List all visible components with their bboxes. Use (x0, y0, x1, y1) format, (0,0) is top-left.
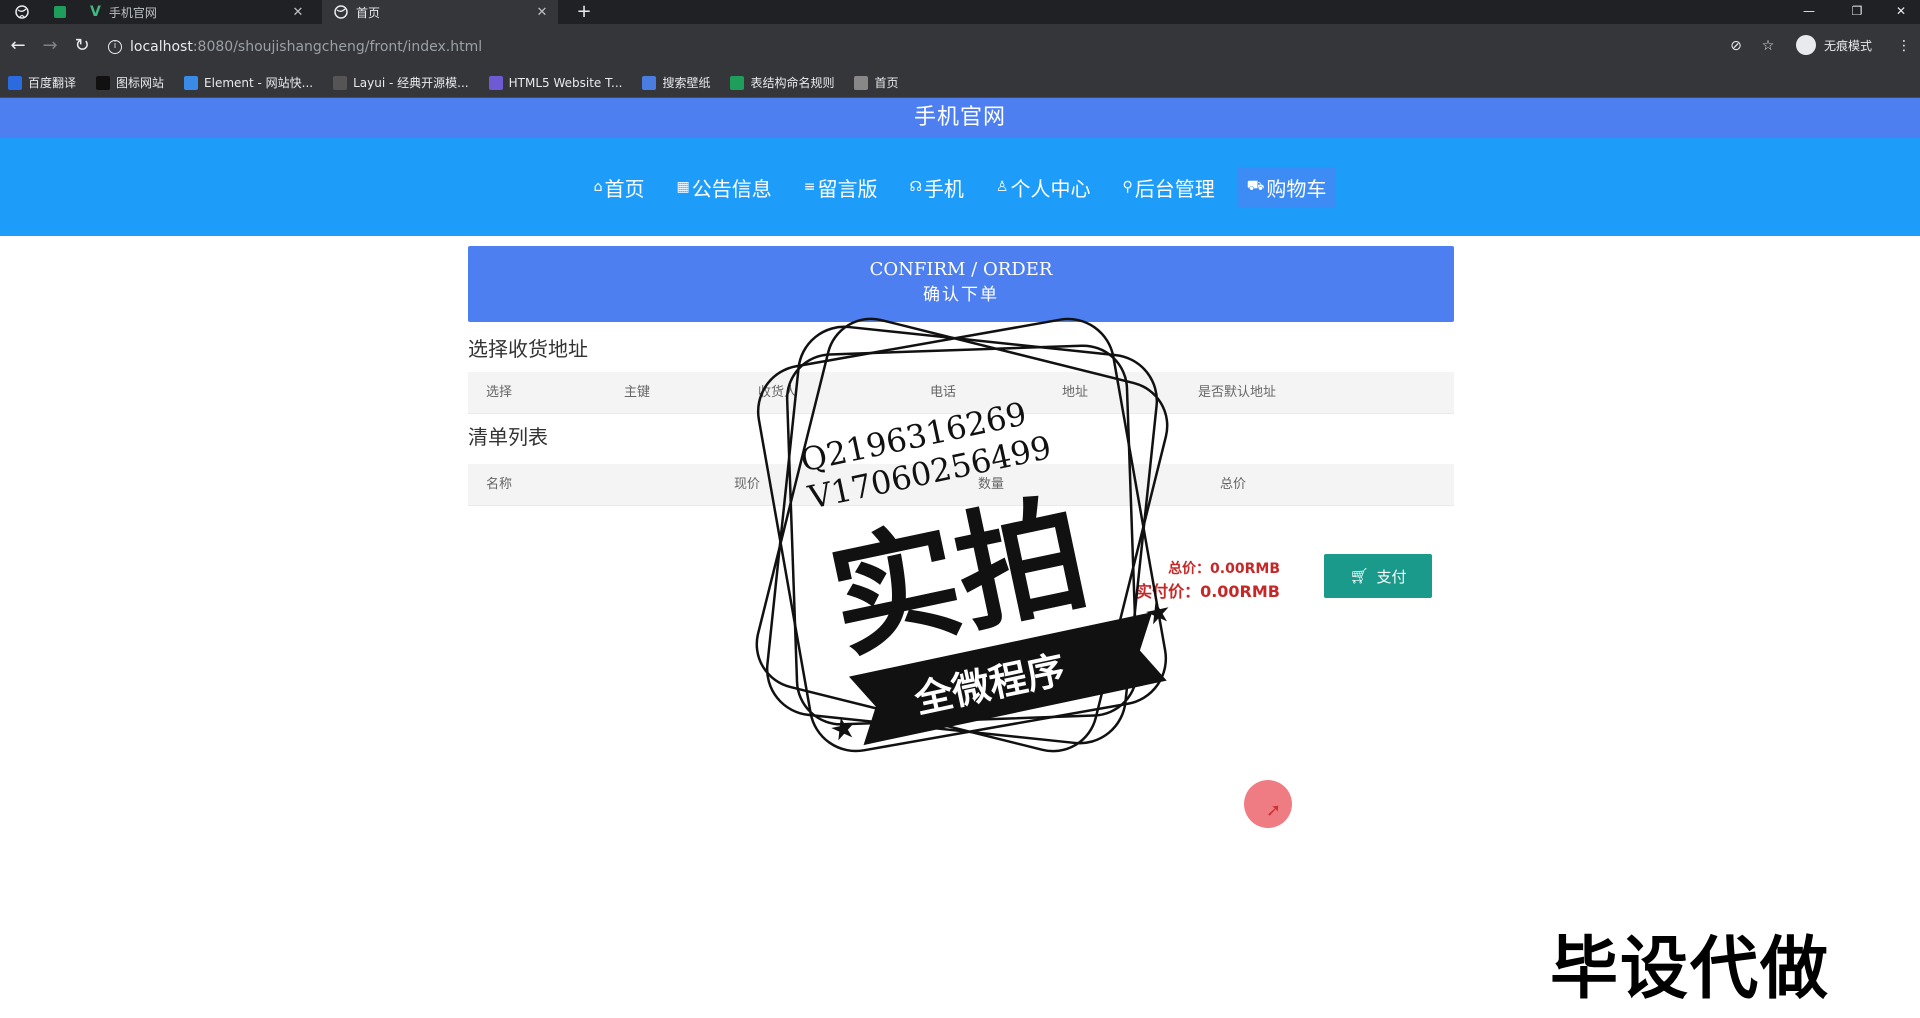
nav-item-3[interactable]: ≡ 留言版 (794, 167, 888, 208)
forward-arrow-icon[interactable]: → (38, 34, 62, 58)
html5-icon (488, 75, 503, 90)
pinned-sheet-tab-icon[interactable] (42, 0, 78, 24)
bookmark-item[interactable]: 表结构命名规则 (730, 74, 834, 91)
bookmark-item[interactable]: 首页 (854, 74, 899, 91)
nav-item-7[interactable]: ⛟ 购物车 (1236, 166, 1337, 208)
bookmark-item[interactable]: HTML5 Website T... (488, 75, 623, 90)
minimize-button[interactable]: — (1786, 0, 1832, 24)
site-title: 手机官网 (913, 105, 1006, 130)
corner-watermark: 毕设代做 (1550, 930, 1831, 1009)
nav-item-label: 公告信息 (691, 176, 772, 201)
column-header: 名称 (486, 477, 513, 492)
chrome-globe-icon[interactable] (4, 0, 40, 24)
banner-title-en: CONFIRM / ORDER (869, 259, 1053, 280)
restore-button[interactable]: ❐ (1834, 0, 1880, 24)
column-header: 选择 (486, 385, 513, 400)
close-icon[interactable]: ✕ (288, 5, 308, 20)
notice-icon: ▦ (676, 179, 690, 195)
new-tab-button[interactable]: + (572, 0, 596, 24)
cart-icon: ⛟ (1246, 178, 1265, 194)
bookmark-label: Element - 网站快... (204, 76, 314, 90)
nav-item-4[interactable]: ☊ 手机 (899, 167, 973, 208)
url-path: :8080/shoujishangcheng/front/index.html (192, 39, 483, 55)
tab-home[interactable]: 首页 ✕ (322, 0, 558, 24)
browser-toolbar: ← → ↻ i localhost:8080/shoujishangcheng/… (0, 24, 1920, 68)
bookmarks-bar: 百度翻译 图标网站 Element - 网站快... Layui - 经典开源模...… (0, 68, 1920, 98)
flag-icon (96, 75, 111, 90)
bookmark-label: 表结构命名规则 (750, 76, 835, 90)
close-icon[interactable]: ✕ (532, 5, 552, 20)
tab-title: 手机官网 (108, 5, 157, 20)
link-icon: ⚲ (1122, 179, 1133, 195)
phone-icon: ☊ (909, 179, 922, 195)
nav-item-2[interactable]: ▦ 公告信息 (667, 167, 782, 208)
pay-button[interactable]: 🛒︎ 支付 (1324, 554, 1432, 598)
user-icon: ♙ (995, 179, 1009, 195)
column-header: 主键 (624, 385, 651, 400)
sheet-icon (730, 75, 745, 90)
main-nav: ⌂ 首页 ▦ 公告信息 ≡ 留言版 ☊ 手机 ♙ 个人中心 ⚲ 后台管理 ⛟ 购物车 (0, 138, 1920, 236)
url-host: localhost (130, 39, 193, 55)
cart-icon: 🛒︎ (1349, 567, 1369, 585)
bookmark-item[interactable]: 图标网站 (96, 74, 164, 91)
globe-icon (334, 5, 348, 19)
pay-button-label: 支付 (1376, 567, 1407, 586)
cursor-pointer-icon: ➚ (1266, 800, 1282, 821)
bookmark-item[interactable]: 百度翻译 (8, 74, 76, 91)
message-icon: ≡ (803, 179, 816, 195)
info-icon[interactable]: i (108, 40, 122, 54)
nav-item-6[interactable]: ⚲ 后台管理 (1112, 167, 1224, 208)
column-header: 总价 (1220, 477, 1247, 492)
bookmark-label: HTML5 Website T... (508, 75, 623, 90)
nav-item-label: 手机 (923, 176, 964, 201)
wallpaper-icon (642, 75, 657, 90)
bookmark-label: 首页 (874, 76, 899, 90)
star-icon[interactable]: ☆ (1758, 36, 1778, 56)
star-icon: ★ (826, 710, 860, 750)
tab-title: 首页 (356, 5, 381, 20)
window-close-button[interactable]: ✕ (1878, 0, 1920, 24)
incognito-indicator[interactable]: 无痕模式 (1796, 35, 1872, 55)
globe-icon (854, 75, 869, 90)
bookmark-item[interactable]: 搜索壁纸 (642, 74, 710, 91)
incognito-label: 无痕模式 (1824, 38, 1873, 53)
address-bar[interactable]: i localhost:8080/shoujishangcheng/front/… (108, 34, 1708, 60)
nav-item-label: 首页 (604, 176, 645, 201)
bookmark-item[interactable]: Layui - 经典开源模... (333, 74, 469, 91)
bookmark-label: 百度翻译 (28, 76, 77, 90)
menu-kebab-icon[interactable]: ⋮ (1894, 36, 1914, 56)
nav-item-label: 个人中心 (1010, 176, 1091, 201)
site-header: 手机官网 (0, 98, 1920, 138)
tab-phone-site[interactable]: V 手机官网 ✕ (78, 0, 314, 24)
nav-item-label: 留言版 (817, 176, 878, 201)
translate-icon (8, 75, 22, 90)
incognito-icon (1796, 35, 1816, 55)
nav-item-label: 购物车 (1266, 176, 1327, 201)
stamp-watermark: Q2196316269 V17060256499 实拍 全微程序 ★ ★ (755, 317, 1175, 753)
nav-item-5[interactable]: ♙ 个人中心 (986, 167, 1101, 208)
nav-item-1[interactable]: ⌂ 首页 (584, 167, 655, 208)
bookmark-label: 搜索壁纸 (662, 76, 711, 90)
eye-off-icon[interactable]: ⊘ (1726, 36, 1746, 56)
star-icon: ★ (1141, 594, 1175, 634)
bookmark-label: 图标网站 (116, 76, 165, 90)
home-icon: ⌂ (593, 179, 603, 195)
bookmark-label: Layui - 经典开源模... (353, 76, 469, 90)
bookmark-item[interactable]: Element - 网站快... (184, 74, 313, 91)
layui-icon (333, 75, 348, 90)
element-icon (184, 75, 199, 90)
back-arrow-icon[interactable]: ← (6, 34, 30, 58)
nav-item-label: 后台管理 (1134, 176, 1215, 201)
browser-tab-strip: V 手机官网 ✕ 首页 ✕ + — ❐ ✕ (0, 0, 1920, 24)
vue-logo-icon: V (90, 4, 101, 20)
reload-icon[interactable]: ↻ (70, 34, 94, 58)
